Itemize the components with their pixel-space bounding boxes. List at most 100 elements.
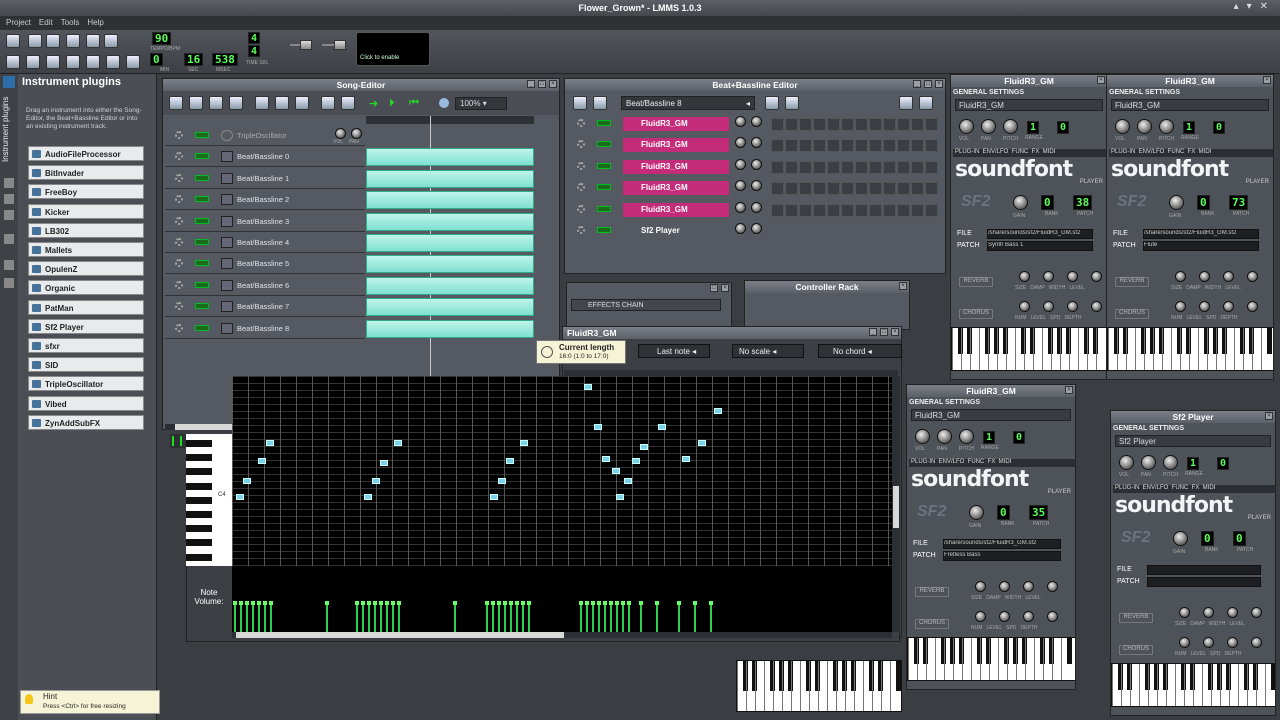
volume-bar-handle[interactable]	[361, 601, 365, 605]
note[interactable]	[640, 444, 648, 450]
gear-icon[interactable]	[175, 302, 183, 311]
step-button[interactable]	[799, 182, 812, 196]
vol-knob[interactable]	[1115, 119, 1130, 134]
song-editor-title[interactable]: Song-Editor	[163, 79, 559, 91]
minimize-icon[interactable]: _	[913, 80, 921, 88]
chorus-knob[interactable]	[1223, 301, 1234, 312]
chorus-knob[interactable]	[1023, 611, 1034, 622]
pan-knob[interactable]	[751, 116, 762, 127]
step-button[interactable]	[911, 203, 924, 217]
mute-led[interactable]	[195, 303, 209, 310]
chorus-knob[interactable]	[1067, 301, 1078, 312]
sf2-file-field[interactable]: /share/sounds/sf2/FluidR3_GM.sf2	[1143, 229, 1259, 239]
pitch-knob[interactable]	[1159, 119, 1174, 134]
step-button[interactable]	[813, 182, 826, 196]
volume-knob[interactable]	[735, 180, 746, 192]
bb-pattern-block[interactable]	[366, 148, 534, 167]
samples-tab-icon[interactable]	[4, 194, 14, 204]
reverb-knob[interactable]	[1179, 607, 1190, 618]
volume-bar[interactable]	[486, 604, 488, 632]
cpu-meter[interactable]: Click to enable	[356, 32, 430, 66]
plugin-item[interactable]: FreeBoy	[28, 184, 144, 200]
volume-bar-handle[interactable]	[693, 601, 697, 605]
remove-steps-icon[interactable]	[899, 96, 913, 110]
note[interactable]	[698, 440, 706, 446]
step-button[interactable]	[771, 118, 784, 131]
volume-bar-handle[interactable]	[233, 601, 237, 605]
volume-bar[interactable]	[246, 604, 248, 632]
volume-bar[interactable]	[398, 604, 400, 632]
volume-bar-handle[interactable]	[603, 601, 607, 605]
volume-bar[interactable]	[694, 604, 696, 632]
note[interactable]	[236, 494, 244, 500]
song-track[interactable]: Beat/Bassline 3	[165, 212, 365, 232]
presets-tab-icon[interactable]	[4, 210, 14, 220]
gain-knob[interactable]	[969, 505, 984, 520]
volume-bar-handle[interactable]	[497, 601, 501, 605]
step-button[interactable]	[841, 160, 854, 174]
bb-track[interactable]: FluidR3_GM	[567, 157, 938, 178]
volume-bar-handle[interactable]	[615, 601, 619, 605]
bottom-piano-keyboard[interactable]	[736, 660, 902, 712]
note[interactable]	[364, 494, 372, 500]
close-icon[interactable]: ×	[1065, 386, 1073, 394]
black-key[interactable]	[186, 468, 212, 476]
volume-bar[interactable]	[610, 604, 612, 632]
note[interactable]	[616, 494, 624, 500]
volume-bar-handle[interactable]	[597, 601, 601, 605]
home-tab-icon[interactable]	[4, 234, 14, 244]
volume-bar-handle[interactable]	[245, 601, 249, 605]
pan-knob[interactable]	[751, 137, 762, 149]
mute-led[interactable]	[195, 281, 209, 288]
song-track[interactable]: Beat/Bassline 1	[165, 169, 365, 189]
volume-bar-handle[interactable]	[503, 601, 507, 605]
black-key[interactable]	[186, 525, 212, 533]
chord-select[interactable]: No chord ◂	[818, 344, 902, 358]
mute-led[interactable]	[597, 184, 611, 191]
step-button[interactable]	[771, 139, 784, 153]
mute-led[interactable]	[597, 120, 611, 126]
volume-bar-handle[interactable]	[397, 601, 401, 605]
bb-track[interactable]: Sf2 Player	[567, 221, 937, 242]
gear-icon[interactable]	[175, 195, 183, 204]
reverb-knob[interactable]	[1023, 581, 1034, 592]
step-button[interactable]	[841, 139, 854, 153]
range-display[interactable]: 1	[1187, 457, 1200, 470]
fx-channel-display[interactable]: 0	[1057, 121, 1070, 134]
volume-knob[interactable]	[735, 223, 746, 234]
close-icon[interactable]: ×	[1263, 76, 1271, 84]
instrument-piano-keyboard[interactable]	[951, 327, 1107, 371]
volume-bar[interactable]	[252, 604, 254, 632]
volume-bar-handle[interactable]	[591, 601, 595, 605]
note[interactable]	[682, 456, 690, 462]
plugin-item[interactable]: BitInvader	[28, 165, 144, 181]
chorus-knob[interactable]	[975, 611, 986, 622]
bb-pattern-block[interactable]	[366, 212, 534, 231]
minimize-icon[interactable]: _	[869, 328, 877, 336]
black-key[interactable]	[186, 482, 212, 490]
note[interactable]	[506, 458, 514, 464]
chorus-knob[interactable]	[1043, 301, 1054, 312]
bb-pattern-block[interactable]	[366, 319, 534, 338]
step-button[interactable]	[841, 118, 854, 131]
step-button[interactable]	[813, 160, 826, 174]
pan-knob[interactable]	[751, 201, 762, 213]
volume-bar[interactable]	[656, 604, 658, 632]
plugin-item[interactable]: PatMan	[28, 299, 144, 315]
volume-bar[interactable]	[586, 604, 588, 632]
instrument-window-title[interactable]: FluidR3_GM	[907, 385, 1075, 397]
reverb-knob[interactable]	[1091, 271, 1102, 282]
menu-edit[interactable]: Edit	[39, 16, 53, 30]
reverb-knob[interactable]	[1043, 271, 1054, 282]
volume-bar-handle[interactable]	[515, 601, 519, 605]
zoom-select[interactable]: 100% ▾	[455, 97, 507, 110]
patch-name-field[interactable]	[1147, 577, 1261, 587]
pitch-knob[interactable]	[959, 429, 974, 444]
volume-bar-handle[interactable]	[709, 601, 713, 605]
volume-bar-handle[interactable]	[509, 601, 513, 605]
instrument-name-field[interactable]: FluidR3_GM	[911, 409, 1071, 421]
pitch-knob[interactable]	[1003, 119, 1018, 134]
scale-select[interactable]: No scale ◂	[732, 344, 804, 358]
step-button[interactable]	[841, 203, 854, 217]
step-button[interactable]	[911, 139, 924, 153]
